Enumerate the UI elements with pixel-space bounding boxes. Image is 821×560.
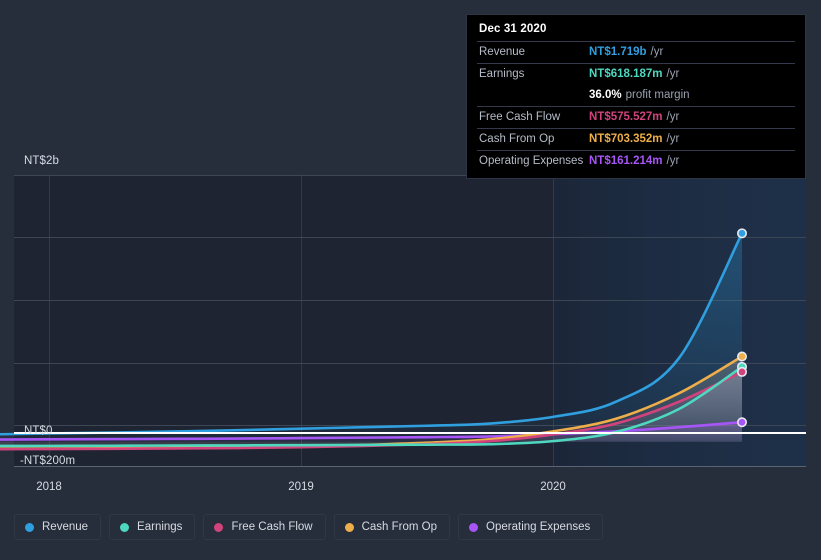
legend-item-label: Free Cash Flow <box>231 521 313 533</box>
tooltip-row-value: NT$161.214m <box>589 155 663 167</box>
tooltip-row-key: Free Cash Flow <box>479 111 561 123</box>
chart-tooltip: Dec 31 2020 Revenue NT$1.719b/yr Earnings N… <box>466 14 806 179</box>
legend-color-dot-icon <box>25 522 34 532</box>
tooltip-row-unit: /yr <box>666 111 680 123</box>
y-axis-label-zero: NT$0 <box>24 425 53 437</box>
chart-screenshot: NT$2b NT$0 -NT$200m 2018 2019 2020 Dec 3… <box>0 0 821 560</box>
tooltip-row: 36.0% profit margin <box>477 85 795 106</box>
legend-item-free-cash-flow[interactable]: Free Cash Flow <box>203 514 326 540</box>
tooltip-row: Earnings NT$618.187m/yr <box>477 63 795 85</box>
legend-color-dot-icon <box>344 522 354 532</box>
tooltip-row-unit: /yr <box>666 155 680 167</box>
tooltip-rows: Revenue NT$1.719b/yr Earnings NT$618.187m/y… <box>477 41 795 172</box>
y-axis-label-top: NT$2b <box>24 155 60 167</box>
tooltip-row: Free Cash Flow NT$575.527m/yr <box>477 106 795 128</box>
tooltip-date: Dec 31 2020 <box>479 23 547 35</box>
chart-plot-area <box>0 175 806 467</box>
tooltip-row-value: NT$1.719b <box>589 46 647 58</box>
chart-legend: Revenue Earnings Free Cash Flow Cash From O… <box>14 514 604 540</box>
tooltip-row-key: Earnings <box>479 68 525 80</box>
legend-color-dot-icon <box>120 522 130 532</box>
tooltip-row: Revenue NT$1.719b/yr <box>477 41 795 63</box>
x-axis-line <box>14 466 806 467</box>
legend-item-label: Cash From Op <box>361 521 438 533</box>
tooltip-row-value: NT$575.527m <box>589 111 663 123</box>
series-svg <box>0 228 747 451</box>
endpoint-marker-revenue <box>736 228 747 239</box>
tooltip-row-unit: /yr <box>666 68 680 80</box>
tooltip-row-unit: /yr <box>650 46 664 58</box>
tooltip-row-value: 36.0% <box>589 89 622 101</box>
legend-item-cash-from-op[interactable]: Cash From Op <box>333 514 451 540</box>
area-revenue <box>0 233 742 442</box>
x-axis-label-2020: 2020 <box>540 481 566 493</box>
legend-color-dot-icon <box>469 522 479 532</box>
tooltip-row-key: Cash From Op <box>479 133 555 145</box>
tooltip-row-key: Operating Expenses <box>479 155 584 167</box>
legend-item-earnings[interactable]: Earnings <box>109 514 196 540</box>
legend-item-label: Revenue <box>42 521 89 533</box>
tooltip-row-key: Revenue <box>479 46 526 58</box>
y-axis-label-bottom: -NT$200m <box>20 455 76 467</box>
tooltip-row-unit: profit margin <box>625 89 690 101</box>
endpoint-marker-free-cash-flow <box>736 366 747 377</box>
endpoint-marker-cash-from-op <box>736 351 747 362</box>
tooltip-row-unit: /yr <box>666 133 680 145</box>
tooltip-row-value: NT$703.352m <box>589 133 663 145</box>
zero-baseline <box>14 432 806 434</box>
legend-item-label: Operating Expenses <box>486 521 591 533</box>
tooltip-row: Operating Expenses NT$161.214m/yr <box>477 150 795 172</box>
legend-color-dot-icon <box>214 522 224 532</box>
endpoint-marker-operating-expenses <box>736 417 747 428</box>
x-axis-label-2019: 2019 <box>288 481 314 493</box>
series-areas <box>0 233 742 450</box>
legend-item-revenue[interactable]: Revenue <box>14 514 102 540</box>
legend-item-operating-expenses[interactable]: Operating Expenses <box>458 514 604 540</box>
tooltip-row-value: NT$618.187m <box>589 68 663 80</box>
tooltip-row: Cash From Op NT$703.352m/yr <box>477 128 795 150</box>
legend-item-label: Earnings <box>137 521 183 533</box>
x-axis-label-2018: 2018 <box>36 481 62 493</box>
